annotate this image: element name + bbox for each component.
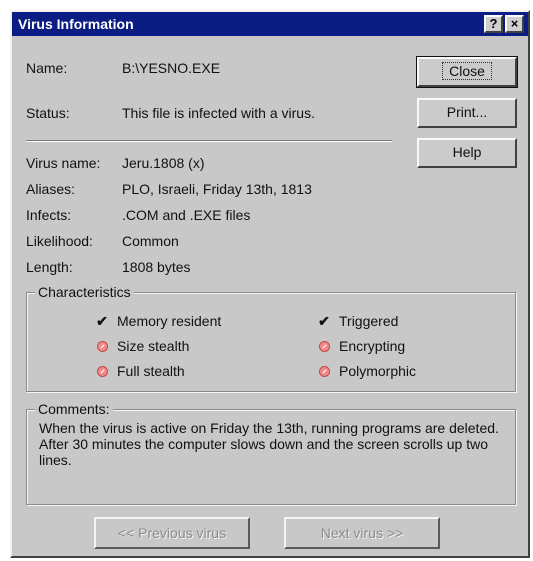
characteristics-group: Characteristics ✔ Memory resident ✔ Trigge…	[26, 284, 516, 392]
comments-text: When the virus is active on Friday the 1…	[39, 420, 499, 468]
characteristic-triggered: ✔ Triggered	[315, 313, 398, 330]
length-label: Length:	[26, 259, 73, 275]
no-icon	[93, 338, 111, 354]
close-button[interactable]: Close	[416, 56, 518, 88]
status-label: Status:	[26, 105, 70, 121]
aliases-label: Aliases:	[26, 181, 76, 197]
virus-name-value: Jeru.1808 (x)	[122, 155, 205, 171]
characteristic-label: Encrypting	[339, 338, 406, 354]
check-icon: ✔	[318, 313, 330, 329]
length-value: 1808 bytes	[122, 259, 191, 275]
no-icon	[93, 363, 111, 379]
characteristic-full-stealth: Full stealth	[93, 363, 185, 379]
likelihood-label: Likelihood:	[26, 233, 93, 249]
check-icon: ✔	[96, 313, 108, 329]
virus-information-dialog: Virus Information ? × Name: B:\YESNO.EXE…	[10, 10, 530, 558]
characteristic-polymorphic: Polymorphic	[315, 363, 416, 379]
characteristic-encrypting: Encrypting	[315, 338, 405, 354]
characteristic-label: Triggered	[339, 313, 399, 329]
help-button[interactable]: Help	[417, 138, 517, 168]
virus-name-label: Virus name:	[26, 155, 101, 171]
comments-group: Comments: When the virus is active on Fr…	[26, 401, 516, 505]
title-bar[interactable]: Virus Information ? ×	[12, 12, 528, 36]
likelihood-value: Common	[122, 233, 179, 249]
no-icon	[315, 338, 333, 354]
characteristic-label: Full stealth	[117, 363, 185, 379]
characteristics-legend: Characteristics	[35, 284, 134, 300]
infects-label: Infects:	[26, 207, 72, 223]
status-value: This file is infected with a virus.	[122, 105, 315, 121]
next-virus-button[interactable]: Next virus >>	[284, 517, 440, 549]
previous-virus-button[interactable]: << Previous virus	[94, 517, 250, 549]
characteristic-memory-resident: ✔ Memory resident	[93, 313, 221, 330]
characteristic-label: Size stealth	[117, 338, 190, 354]
no-icon	[315, 363, 333, 379]
close-button-label: Close	[442, 62, 492, 80]
comments-legend: Comments:	[35, 401, 113, 417]
name-value: B:\YESNO.EXE	[122, 60, 221, 76]
window-title: Virus Information	[18, 16, 134, 32]
characteristic-label: Polymorphic	[339, 363, 417, 379]
help-title-button[interactable]: ?	[484, 15, 503, 33]
characteristic-label: Memory resident	[117, 313, 222, 329]
aliases-value: PLO, Israeli, Friday 13th, 1813	[122, 181, 312, 197]
close-title-button[interactable]: ×	[505, 15, 524, 33]
print-button[interactable]: Print...	[417, 98, 517, 128]
infects-value: .COM and .EXE files	[122, 207, 251, 223]
separator	[26, 140, 392, 142]
name-label: Name:	[26, 60, 68, 76]
characteristic-size-stealth: Size stealth	[93, 338, 189, 354]
